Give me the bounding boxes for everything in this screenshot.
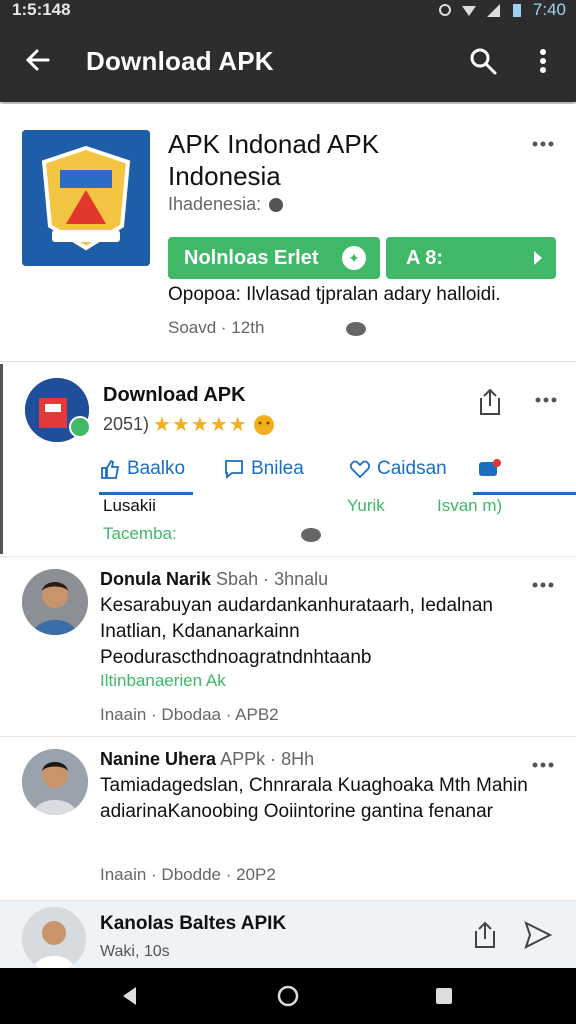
tab-indicator-right — [473, 492, 576, 495]
app-subtitle: Indonesia — [168, 161, 281, 191]
person-photo — [22, 749, 88, 815]
comment-body: Kesarabuyan audardankanhurataarh, Iedaln… — [100, 595, 493, 668]
post-sub-right1: Yurik — [347, 496, 385, 515]
nav-back-icon[interactable] — [118, 984, 142, 1008]
comment-meta: Sbah · 3hnalu — [216, 569, 329, 589]
region-label: Ihadenesia: — [168, 194, 262, 214]
open-button-label: A 8: — [406, 246, 444, 269]
status-clock: 7:40 — [532, 0, 566, 19]
status-icons: 7:40 — [437, 0, 566, 20]
app-description: Opopoa: Ilvlasad tjpralan adary halloidi… — [168, 284, 501, 305]
post-rating: 2051) ★★★★★ — [103, 412, 276, 437]
play-arrow-icon — [534, 251, 542, 265]
comment-icon — [225, 460, 243, 479]
chat-icon — [479, 459, 501, 476]
app-name: APK Indonad APK — [168, 129, 380, 159]
app-emblem-icon[interactable] — [22, 130, 150, 266]
comment-footer: Inaain · Dbodaa · APB2 — [100, 705, 279, 724]
comment-header: Donula Narik Sbah · 3hnalu — [100, 569, 328, 590]
person-photo — [22, 907, 86, 971]
composer-subtitle: Waki, 10s — [100, 943, 170, 960]
heart-icon — [350, 460, 370, 479]
download-button[interactable]: Nolnloas Erlet ✦ — [168, 237, 380, 279]
overflow-menu-icon[interactable] — [530, 46, 556, 76]
emblem-graphic — [22, 130, 150, 266]
star-rating: ★★★★★ — [153, 414, 248, 436]
post-sub-line2: Tacemba: — [103, 524, 177, 543]
comment-body: Tamiadagedslan, Chnrarala Kuaghoaka Mth … — [100, 775, 528, 822]
post-title: Download APK — [103, 384, 246, 406]
comment-link[interactable]: Iltinbanaerien Ak — [100, 671, 226, 691]
wifi-icon — [461, 6, 476, 16]
like-action[interactable]: Baalko — [99, 458, 185, 480]
verified-badge-icon — [69, 416, 91, 438]
post-sub-right2: Isvan m) — [437, 496, 503, 515]
like-icon — [101, 459, 120, 479]
smiley-icon — [253, 414, 274, 435]
comment-more-icon[interactable] — [530, 575, 556, 595]
comment-footer: Inaain · Dbodde · 20P2 — [100, 865, 276, 884]
open-button[interactable]: A 8: — [386, 237, 556, 279]
system-nav-bar — [0, 968, 576, 1024]
cloud-icon — [301, 528, 321, 542]
status-bar: 1:5:148 7:40 — [0, 0, 576, 22]
cloud-icon — [346, 322, 366, 336]
bottom-composer: Kanolas Baltes APIK Waki, 10s — [0, 900, 576, 971]
nav-recents-icon[interactable] — [432, 984, 456, 1008]
search-icon[interactable] — [468, 46, 498, 76]
comment-label: Bnilea — [251, 458, 304, 479]
active-tab-indicator — [99, 492, 193, 495]
composer-avatar[interactable] — [22, 907, 86, 971]
hand-icon — [269, 197, 284, 212]
download-button-label: Nolnloas Erlet — [184, 246, 319, 269]
commenter-name[interactable]: Nanine Uhera — [100, 749, 216, 769]
comment-more-icon[interactable] — [530, 755, 556, 775]
share-icon[interactable] — [470, 919, 500, 951]
card-more-icon[interactable] — [530, 134, 556, 154]
post-more-icon[interactable] — [533, 390, 559, 410]
commenter-avatar[interactable] — [22, 569, 88, 635]
app-meta: Soavd · 12th — [168, 318, 265, 337]
send-icon[interactable] — [522, 919, 554, 951]
comment-action[interactable]: Bnilea — [223, 458, 304, 480]
post-actions: Baalko Bnilea Caidsan — [3, 450, 576, 498]
love-action[interactable]: Caidsan — [349, 458, 447, 480]
alarm-icon — [438, 4, 451, 16]
back-arrow-icon[interactable] — [22, 44, 54, 76]
app-region: Ihadenesia: — [168, 194, 285, 215]
signal-icon — [486, 4, 500, 17]
post-sub-line: Lusakii — [103, 496, 156, 515]
page-title: Download APK — [86, 46, 274, 76]
share-icon[interactable] — [475, 386, 505, 418]
comment-meta: APPk · 8Hh — [220, 749, 315, 769]
commenter-name[interactable]: Donula Narik — [100, 569, 211, 589]
nav-home-icon[interactable] — [276, 984, 300, 1008]
app-bar: Download APK — [0, 22, 576, 102]
download-badge-icon: ✦ — [342, 246, 366, 270]
app-card: APK Indonad APK Indonesia Ihadenesia: No… — [0, 104, 576, 362]
post-card: Download APK 2051) ★★★★★ Baalko Bnilea C… — [0, 364, 576, 554]
like-label: Baalko — [127, 458, 186, 479]
person-photo — [22, 569, 88, 635]
comment-item: Donula Narik Sbah · 3hnalu Kesarabuyan a… — [0, 556, 576, 734]
love-label: Caidsan — [377, 458, 447, 479]
rating-count: 2051) — [103, 414, 150, 434]
composer-title: Kanolas Baltes APIK — [100, 913, 287, 934]
chat-action[interactable] — [477, 458, 503, 480]
comment-item: Nanine Uhera APPk · 8Hh Tamiadagedslan, … — [0, 736, 576, 898]
comment-header: Nanine Uhera APPk · 8Hh — [100, 749, 314, 770]
status-time: 1:5:148 — [12, 0, 71, 19]
commenter-avatar[interactable] — [22, 749, 88, 815]
battery-icon — [512, 4, 521, 17]
